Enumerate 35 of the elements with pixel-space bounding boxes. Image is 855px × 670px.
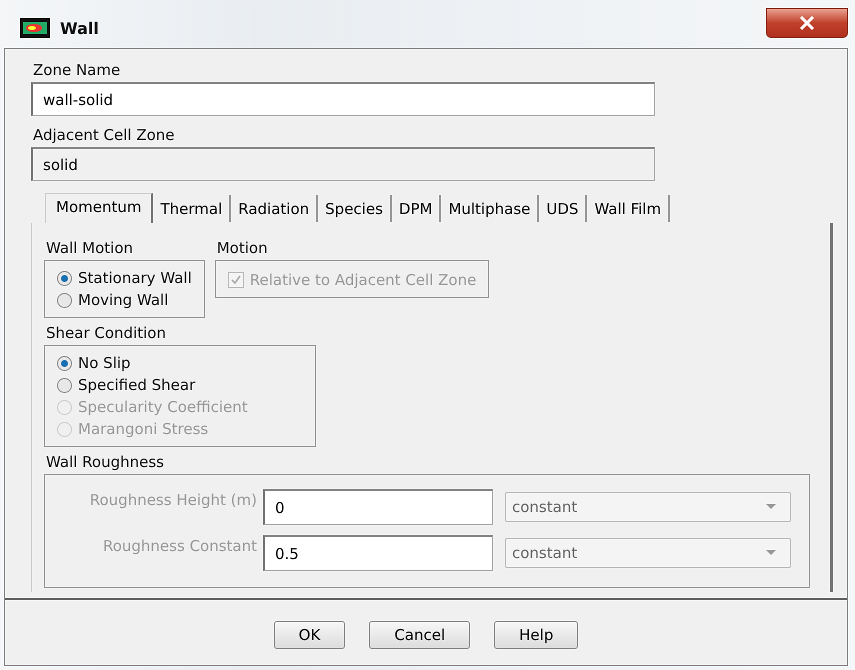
dialog-button[interactable]: Help <box>494 620 578 648</box>
radio-label: Stationary Wall <box>78 268 192 289</box>
field-label: Adjacent Cell Zone <box>33 126 176 144</box>
field-label: Zone Name <box>33 61 122 79</box>
check-icon <box>230 274 242 286</box>
close-icon <box>799 16 815 30</box>
value-field[interactable]: 0 <box>263 489 493 525</box>
radio-button[interactable] <box>57 270 72 286</box>
radio-label: Marangoni Stress <box>78 419 208 440</box>
method-dropdown[interactable]: constant <box>505 492 791 522</box>
dialog-button[interactable]: OK <box>274 620 346 648</box>
caret-icon <box>766 504 776 510</box>
group-title: Wall Motion <box>46 239 134 257</box>
group-title: Shear Condition <box>46 324 167 342</box>
radio-button[interactable] <box>57 356 72 370</box>
value-field[interactable]: 0.5 <box>263 535 493 571</box>
dialog-button[interactable]: Cancel <box>369 620 470 648</box>
app-icon <box>20 18 50 38</box>
field-label: Roughness Constant <box>102 537 257 555</box>
radio-button[interactable] <box>57 378 72 392</box>
method-dropdown[interactable]: constant <box>505 538 791 568</box>
caret-icon <box>766 550 776 556</box>
window-title: Wall <box>60 18 99 38</box>
radio-label: Moving Wall <box>78 290 168 311</box>
checkbox-label: Relative to Adjacent Cell Zone <box>250 270 476 291</box>
radio-button[interactable] <box>57 292 72 308</box>
close-button[interactable] <box>766 8 848 38</box>
radio-label: Specified Shear <box>78 375 196 396</box>
group-title: Motion <box>216 239 269 257</box>
group-title: Wall Roughness <box>46 453 165 471</box>
field-label: Roughness Height (m) <box>88 491 257 509</box>
radio-label: Specularity Coefficient <box>78 397 248 418</box>
radio-label: No Slip <box>78 353 131 374</box>
zone-name-field[interactable]: wall-solid <box>31 82 655 116</box>
tab[interactable]: Momentum <box>45 193 154 223</box>
